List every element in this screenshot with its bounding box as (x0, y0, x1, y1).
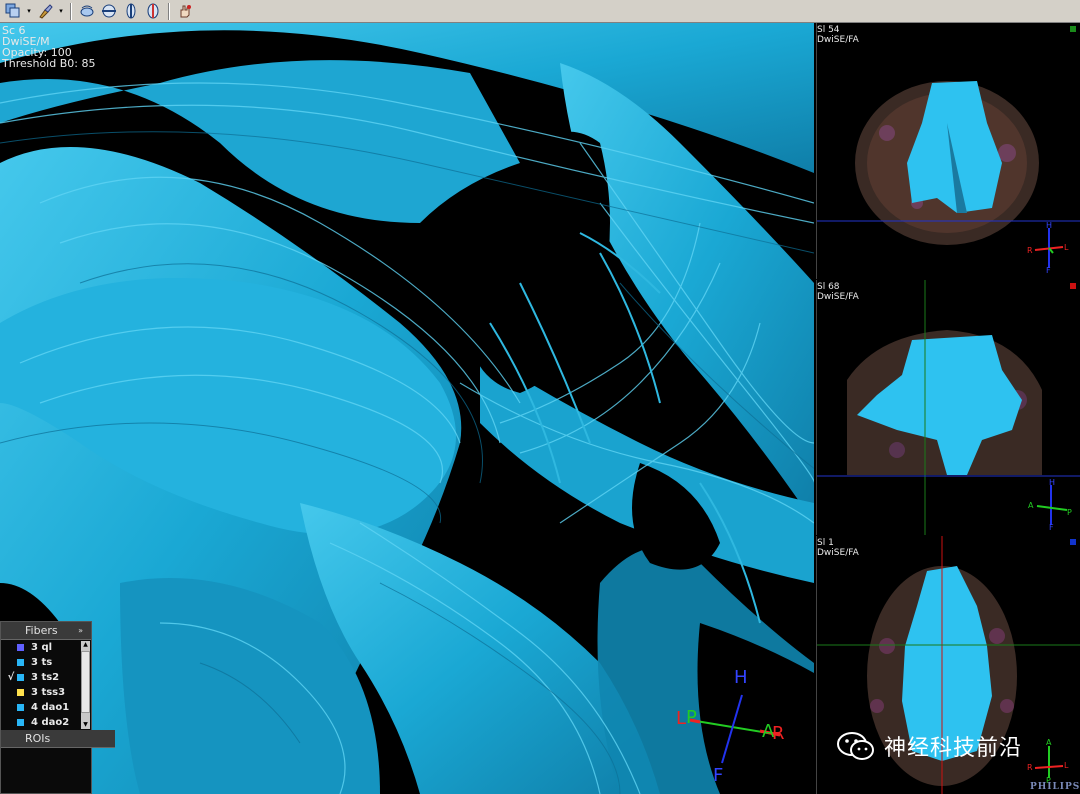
scroll-up-icon[interactable]: ▲ (81, 641, 90, 649)
philips-logo: PHILIPS (1030, 782, 1080, 792)
fiber-item[interactable]: 3 ql (1, 640, 91, 655)
fiber-list: 3 ql 3 ts √ 3 ts2 3 tss3 4 dao1 4 dao2 (1, 640, 91, 730)
fiber-color-swatch[interactable] (17, 719, 24, 726)
fiber-item[interactable]: 3 tss3 (1, 685, 91, 700)
select-view-icon[interactable] (3, 2, 23, 21)
sagittal-plane-icon[interactable] (121, 2, 141, 21)
fibers-title: Fibers (25, 624, 58, 637)
fiber-visibility-check[interactable]: √ (5, 672, 17, 683)
toggle-view-icon[interactable] (77, 2, 97, 21)
select-view-dropdown-icon[interactable]: ▾ (25, 2, 33, 21)
fiber-label: 3 ts2 (31, 672, 60, 683)
fiber-color-swatch[interactable] (17, 674, 24, 681)
toolbar-separator (70, 2, 72, 20)
watermark-text: 神经科技前沿 (884, 736, 1023, 761)
brush-dropdown-icon[interactable]: ▾ (57, 2, 65, 21)
axial-plane-icon[interactable] (99, 2, 119, 21)
toolbar: ▾ ▾ (0, 0, 1080, 23)
wechat-watermark: 神经科技前沿 (836, 730, 1022, 762)
fiber-color-swatch[interactable] (17, 704, 24, 711)
fiber-color-swatch[interactable] (17, 659, 24, 666)
hand-icon[interactable] (175, 2, 195, 21)
fiber-label: 4 dao1 (31, 702, 70, 713)
rois-header[interactable]: ROIs (1, 730, 115, 748)
fiber-3d-view[interactable]: Sc 6 DwiSE/M Opacity: 100 Threshold B0: … (0, 23, 814, 794)
fiber-label: 3 ts (31, 657, 53, 668)
fibers-panel: Fibers » 3 ql 3 ts √ 3 ts2 3 tss3 4 dao1 4 dao… (0, 621, 115, 794)
fiber-color-swatch[interactable] (17, 689, 24, 696)
fiber-tract-render (0, 23, 814, 794)
orient-label-l: L (676, 708, 687, 729)
orient-label-h: H (734, 667, 748, 688)
orient-label-r: R (772, 723, 785, 744)
fiber-label: 4 dao2 (31, 717, 70, 728)
fiber-label: 3 tss3 (31, 687, 66, 698)
fiber-item[interactable]: 4 dao2 (1, 715, 91, 730)
threshold-label: Threshold B0: 85 (2, 57, 96, 70)
fiber-item[interactable]: √ 3 ts2 (1, 670, 91, 685)
fiber-list-scrollbar[interactable]: ▲ ▼ (81, 641, 90, 729)
sagittal-slice-view[interactable]: Sl 68 DwiSE/FA H F A P (816, 280, 1080, 535)
brush-icon[interactable] (35, 2, 55, 21)
rois-title: ROIs (25, 732, 51, 745)
fibers-header[interactable]: Fibers » (1, 622, 91, 640)
collapse-icon[interactable]: » (78, 626, 83, 635)
fiber-color-swatch[interactable] (17, 644, 24, 651)
orient-label-p: P (686, 707, 697, 728)
toolbar-separator (168, 2, 170, 20)
fiber-label: 3 ql (31, 642, 53, 653)
coronal-plane-icon[interactable] (143, 2, 163, 21)
slice-orientation-marker: H F A P (1028, 478, 1072, 532)
orient-label-f: F (713, 765, 724, 786)
scroll-down-icon[interactable]: ▼ (81, 721, 90, 729)
wechat-icon (837, 732, 874, 760)
scroll-thumb[interactable] (81, 651, 90, 713)
fiber-item[interactable]: 3 ts (1, 655, 91, 670)
slice-orientation-marker: H F R L (1027, 221, 1069, 275)
coronal-slice-view[interactable]: Sl 54 DwiSE/FA H F R L (816, 23, 1080, 279)
fiber-item[interactable]: 4 dao1 (1, 700, 91, 715)
